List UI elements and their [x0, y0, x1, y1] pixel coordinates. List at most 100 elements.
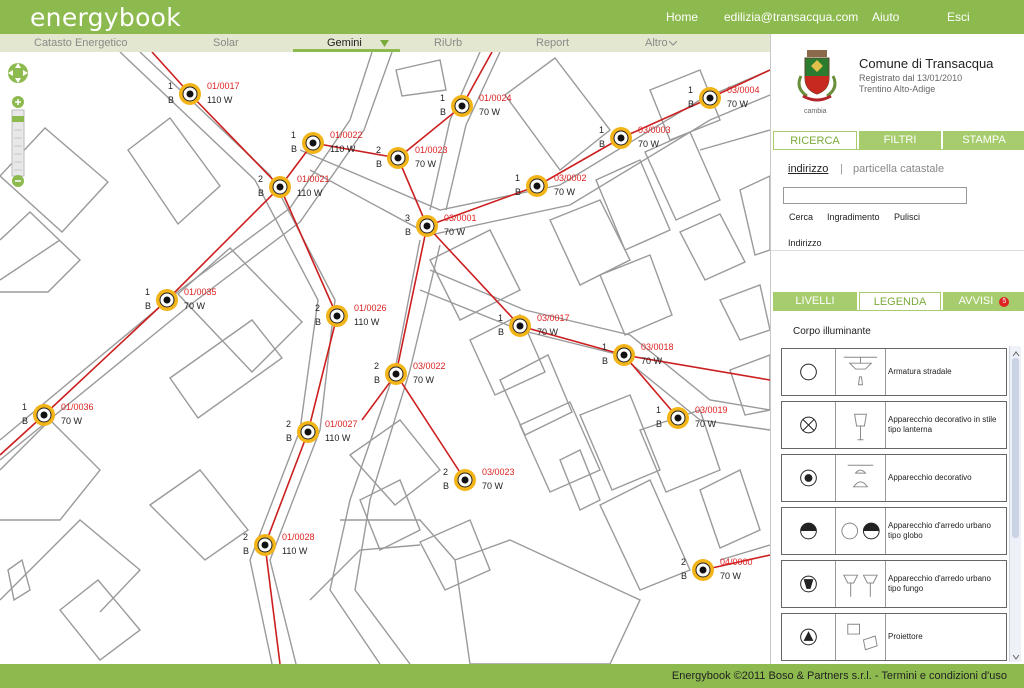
lamp-count: 1: [291, 130, 296, 140]
lamp-count: 2: [243, 532, 248, 542]
search-mode-separator: |: [840, 163, 843, 175]
lamp-id: 04/0000: [720, 557, 753, 567]
nav-logout-link[interactable]: Esci: [947, 10, 970, 24]
panel-splitter[interactable]: [771, 250, 1024, 258]
lamp-power: 110 W: [330, 144, 356, 154]
scrollbar-thumb[interactable]: [1012, 358, 1019, 538]
tab-solar[interactable]: Solar: [213, 37, 239, 49]
lamp-count: 1: [602, 342, 607, 352]
lamp-power: 110 W: [207, 95, 233, 105]
lamp-count: 3: [405, 213, 410, 223]
zoom-out-button[interactable]: [12, 175, 24, 187]
legend-section-title: Corpo illuminante: [793, 326, 871, 337]
lamp-type: B: [291, 144, 297, 154]
search-button[interactable]: Cerca: [789, 212, 813, 222]
tab-report[interactable]: Report: [536, 37, 569, 49]
nav-home-link[interactable]: Home: [666, 10, 698, 24]
lamp-power: 70 W: [184, 301, 206, 311]
lamp-marker[interactable]: 2 B 04/0000 70 W: [681, 557, 753, 581]
lamp-marker[interactable]: 1 B 01/0036 70 W: [22, 402, 94, 426]
tab-ricerca[interactable]: RICERCA: [773, 131, 857, 150]
app-logo[interactable]: energybook: [30, 3, 181, 32]
lamp-id: 01/0017: [207, 81, 240, 91]
lamp-id: 01/0035: [184, 287, 217, 297]
result-address-label: Indirizzo: [788, 238, 822, 248]
lamp-type: B: [443, 481, 449, 491]
lamp-marker[interactable]: 1 B 01/0035 70 W: [145, 287, 217, 311]
tab-avvisi[interactable]: AVVISI 5: [943, 292, 1024, 311]
tab-altro[interactable]: Altro: [645, 37, 668, 49]
lamp-id: 01/0026: [354, 303, 387, 313]
lamp-type: B: [498, 327, 504, 337]
region-name: Trentino Alto-Adige: [859, 84, 936, 94]
circle-dot-icon: [800, 455, 836, 501]
lamp-type: B: [374, 375, 380, 385]
clear-search-button[interactable]: Pulisci: [894, 212, 920, 222]
map-canvas[interactable]: 1 B 01/0017 110 W 1 B 01/0022 110 W 2 B 01/0023 70 …: [0, 52, 770, 664]
lamp-marker[interactable]: 2 B 01/0023 70 W: [376, 145, 448, 169]
tab-riurb[interactable]: RiUrb: [434, 37, 462, 49]
zoom-to-result-button[interactable]: Ingradimento: [827, 212, 880, 222]
legend-row: Proiettore: [781, 613, 1007, 661]
lamp-count: 2: [286, 419, 291, 429]
gemini-dropdown-icon[interactable]: [380, 40, 389, 47]
lamp-type: B: [315, 317, 321, 327]
tab-gemini[interactable]: Gemini: [327, 37, 362, 49]
circle-half-icon: [800, 508, 836, 554]
tab-divider: [773, 310, 1024, 311]
tab-filtri[interactable]: FILTRI: [859, 131, 941, 150]
legend-row: Apparecchio d'arredo urbano tipo globo: [781, 507, 1007, 555]
tab-livelli[interactable]: LIVELLI: [773, 292, 857, 311]
lamp-count: 2: [376, 145, 381, 155]
search-mode-address[interactable]: indirizzo: [788, 163, 828, 175]
zoom-slider-handle[interactable]: [12, 116, 24, 122]
tab-catasto-energetico[interactable]: Catasto Energetico: [34, 37, 128, 49]
tab-avvisi-label: AVVISI: [958, 295, 994, 307]
top-bar: energybook Home edilizia@transacqua.com …: [0, 0, 1024, 34]
footer-copyright[interactable]: Energybook ©2011 Boso & Partners s.r.l. …: [672, 670, 1007, 682]
change-municipality-link[interactable]: cambia: [804, 108, 827, 115]
tab-stampa[interactable]: STAMPA: [943, 131, 1024, 150]
pan-control[interactable]: [8, 63, 28, 83]
lamp-id: 01/0022: [330, 130, 363, 140]
lamp-marker[interactable]: 2 B 01/0021 110 W: [258, 174, 330, 198]
lamp-marker[interactable]: 1 B 03/0002 70 W: [515, 173, 587, 197]
street-lamp-icon: [843, 349, 886, 395]
lamp-type: B: [376, 159, 382, 169]
lamp-count: 2: [443, 467, 448, 477]
lamp-marker[interactable]: 2 B 01/0026 110 W: [315, 303, 387, 327]
lamp-type: B: [656, 419, 662, 429]
lamp-power: 70 W: [444, 227, 466, 237]
lamp-count: 1: [168, 81, 173, 91]
lamp-type: B: [681, 571, 687, 581]
map-svg[interactable]: 1 B 01/0017 110 W 1 B 01/0022 110 W 2 B 01/0023 70 …: [0, 52, 770, 664]
legend-scrollbar[interactable]: [1009, 346, 1021, 662]
decorative-lamp-icon: [847, 455, 886, 501]
zoom-in-button[interactable]: [12, 96, 24, 108]
nav-user-email-link[interactable]: edilizia@transacqua.com: [724, 10, 858, 24]
search-mode-parcel[interactable]: particella catastale: [853, 163, 944, 175]
nav-help-link[interactable]: Aiuto: [872, 10, 899, 24]
lamp-marker[interactable]: 1 B 03/0004 70 W: [688, 85, 760, 109]
address-search-input[interactable]: [783, 187, 967, 204]
lamp-id: 01/0036: [61, 402, 94, 412]
lamp-power: 110 W: [325, 433, 351, 443]
lamp-type: B: [599, 139, 605, 149]
lamp-id: 03/0001: [444, 213, 477, 223]
legend-label: Apparecchio decorativo: [888, 473, 972, 482]
lamp-marker[interactable]: 1 B 01/0017 110 W: [168, 81, 240, 105]
lamp-id: 01/0024: [479, 93, 512, 103]
lamp-marker[interactable]: 2 B 03/0023 70 W: [443, 467, 515, 491]
altro-chevron-down-icon[interactable]: [669, 41, 677, 46]
circle-empty-icon: [800, 349, 836, 395]
legend-row: Armatura stradale: [781, 348, 1007, 396]
lamp-type: B: [258, 188, 264, 198]
tab-legenda[interactable]: LEGENDA: [859, 292, 941, 311]
lamp-count: 1: [498, 313, 503, 323]
scroll-down-icon[interactable]: [1010, 652, 1022, 662]
lamp-id: 03/0022: [413, 361, 446, 371]
lamp-marker[interactable]: 1 B 03/0019 70 W: [656, 405, 728, 429]
lamp-type: B: [405, 227, 411, 237]
globe-lamp-icon: [841, 508, 886, 554]
municipality-name: Comune di Transacqua: [859, 56, 994, 71]
